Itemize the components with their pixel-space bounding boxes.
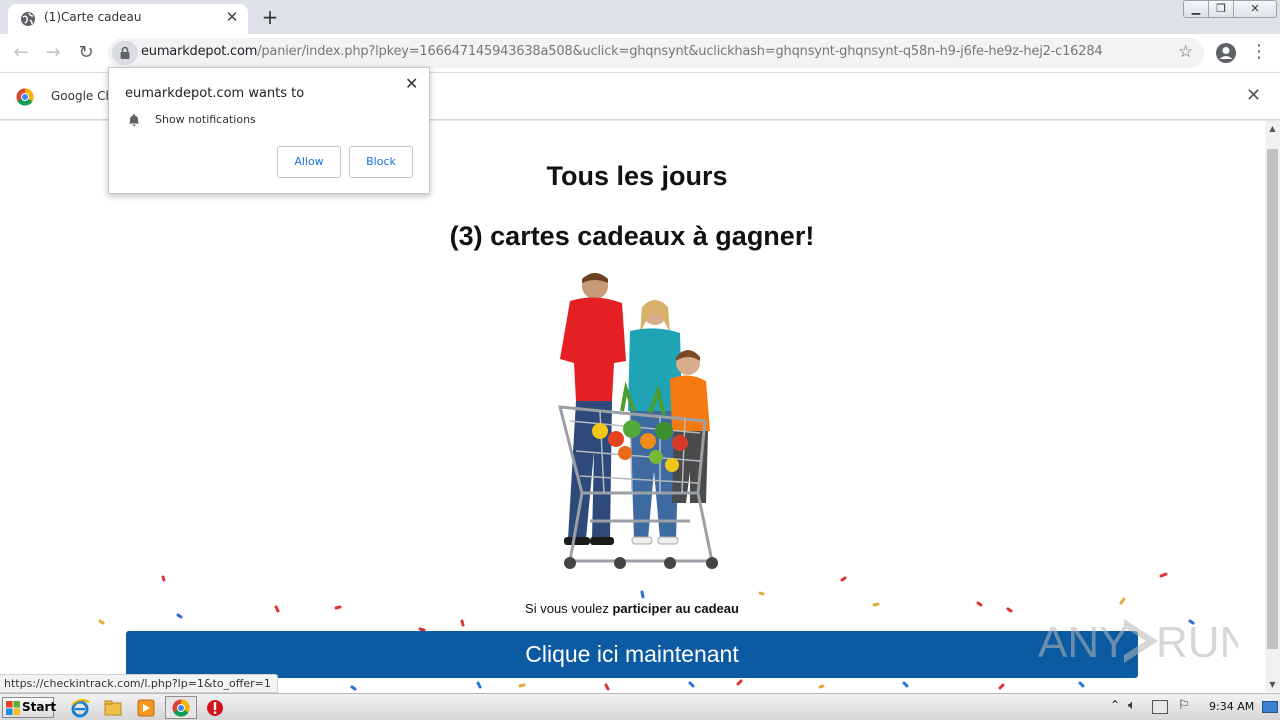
show-desktop-icon[interactable] xyxy=(1262,701,1278,713)
url-host: eumarkdepot.com xyxy=(141,44,258,59)
dialog-close-icon[interactable]: ✕ xyxy=(405,74,418,93)
window-minimize-button[interactable]: ▁ xyxy=(1183,0,1209,18)
forward-arrow-icon[interactable]: → xyxy=(42,42,64,64)
lock-icon[interactable] xyxy=(112,41,138,65)
kebab-menu-icon[interactable]: ⋮ xyxy=(1250,42,1268,64)
new-tab-button[interactable]: + xyxy=(258,6,282,30)
scroll-up-arrow-icon[interactable]: ▲ xyxy=(1265,121,1280,136)
notification-permission-dialog: ✕ eumarkdepot.com wants to Show notifica… xyxy=(108,67,430,194)
vertical-scrollbar[interactable]: ▲ ▼ xyxy=(1265,121,1280,692)
url-path: /panier/index.php?lpkey=166647145943638a… xyxy=(257,44,1103,59)
tab-active[interactable]: (1)Carte cadeau ✕ xyxy=(8,4,248,34)
allow-button[interactable]: Allow xyxy=(277,146,341,178)
watermark-text-left: ANY xyxy=(1038,618,1128,667)
stop-sign-icon[interactable] xyxy=(204,697,226,719)
taskbar-clock: 9:34 AM xyxy=(1209,700,1255,713)
reload-icon[interactable]: ↻ xyxy=(75,42,97,64)
page-content: Tous les jours (3) cartes cadeaux à gagn… xyxy=(0,121,1265,692)
start-button[interactable]: Start xyxy=(2,697,57,718)
dialog-title: eumarkdepot.com wants to xyxy=(125,86,305,101)
participate-bold: participer au cadeau xyxy=(612,601,739,616)
anyrun-watermark-logo: ANY RUN xyxy=(1038,618,1238,667)
address-bar[interactable]: eumarkdepot.com/panier/index.php?lpkey=1… xyxy=(108,38,1204,68)
window-close-button[interactable]: ✕ xyxy=(1233,0,1277,18)
star-icon[interactable]: ☆ xyxy=(1178,42,1193,62)
chrome-icon xyxy=(172,699,190,717)
cta-button[interactable]: Clique ici maintenant xyxy=(126,631,1138,678)
window-restore-button[interactable]: ❐ xyxy=(1208,0,1234,18)
globe-icon xyxy=(21,12,35,26)
participate-prefix: Si vous voulez xyxy=(525,601,613,616)
internet-explorer-icon[interactable] xyxy=(69,697,91,719)
back-arrow-icon[interactable]: ← xyxy=(10,42,32,64)
tab-close-icon[interactable]: ✕ xyxy=(222,7,242,27)
media-player-icon[interactable] xyxy=(135,697,157,719)
family-shopping-cart-image xyxy=(558,273,718,569)
account-icon[interactable] xyxy=(1215,42,1237,64)
infobar-text: Google Ch xyxy=(51,89,114,103)
windows-taskbar: Start ⌃ 🔈︎ ⚐ 9:34 AM xyxy=(0,693,1280,720)
watermark-text-right: RUN xyxy=(1156,618,1238,667)
infobar-close-icon[interactable]: ✕ xyxy=(1246,85,1261,106)
permission-label: Show notifications xyxy=(155,113,256,126)
volume-icon[interactable]: 🔈︎ xyxy=(1128,698,1136,713)
block-button[interactable]: Block xyxy=(349,146,413,178)
start-label: Start xyxy=(22,700,57,714)
action-center-flag-icon[interactable]: ⚐ xyxy=(1178,698,1190,713)
scroll-thumb[interactable] xyxy=(1267,149,1278,649)
taskbar-chrome-button[interactable] xyxy=(165,696,197,719)
chrome-logo-icon xyxy=(16,88,34,106)
url-text[interactable]: eumarkdepot.com/panier/index.php?lpkey=1… xyxy=(141,44,1103,59)
tab-strip: (1)Carte cadeau ✕ + ▁ ❐ ✕ xyxy=(0,0,1280,34)
tray-expand-icon[interactable]: ⌃ xyxy=(1110,698,1120,712)
windows-logo-icon xyxy=(6,701,20,715)
status-bubble: https://checkintrack.com/l.php?lp=1&to_o… xyxy=(0,674,278,693)
file-explorer-icon[interactable] xyxy=(102,697,124,719)
scroll-down-arrow-icon[interactable]: ▼ xyxy=(1265,677,1280,692)
bell-icon xyxy=(128,114,140,126)
network-icon[interactable] xyxy=(1152,700,1168,714)
tab-title: (1)Carte cadeau xyxy=(44,10,142,24)
page-subhead: (3) cartes cadeaux à gagner! xyxy=(449,221,815,251)
